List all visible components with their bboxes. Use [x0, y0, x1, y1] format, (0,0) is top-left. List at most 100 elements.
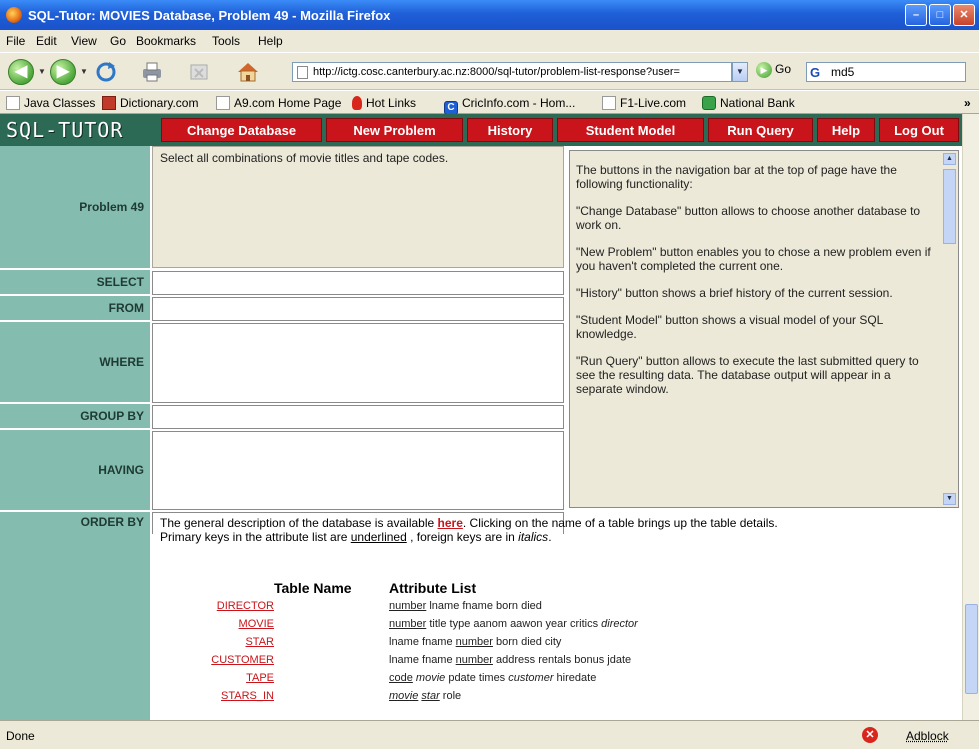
- attribute-text: pdate times: [445, 672, 509, 684]
- bookmark-cricinfo[interactable]: C CricInfo.com - Hom...: [444, 96, 575, 115]
- help-paragraph: "History" button shows a brief history o…: [576, 286, 893, 300]
- attribute-text: movie: [389, 690, 419, 702]
- menu-view[interactable]: View: [71, 34, 97, 48]
- run-query-button[interactable]: Run Query: [708, 118, 813, 142]
- bookmark-java-classes[interactable]: Java Classes: [6, 96, 95, 110]
- table-name-header: Table Name: [274, 580, 352, 596]
- attribute-list: movie star role: [389, 690, 461, 702]
- attribute-text: born died city: [492, 636, 562, 648]
- table-row: STARS_IN movie star role: [160, 690, 860, 706]
- url-dropdown-icon[interactable]: ▼: [732, 62, 748, 82]
- where-field[interactable]: [152, 323, 564, 403]
- desc-italics: italics: [518, 530, 549, 544]
- bookmark-dictionary[interactable]: Dictionary.com: [102, 96, 198, 110]
- url-field[interactable]: http://ictg.cosc.canterbury.ac.nz:8000/s…: [292, 62, 732, 82]
- reload-icon[interactable]: [94, 61, 118, 83]
- attribute-text: code: [389, 672, 413, 684]
- bookmark-national-bank[interactable]: National Bank: [702, 96, 795, 110]
- attribute-text: lname fname: [389, 654, 456, 666]
- maximize-button[interactable]: □: [929, 4, 951, 26]
- table-name-link[interactable]: MOVIE: [239, 618, 274, 630]
- menu-bookmarks[interactable]: Bookmarks: [136, 34, 196, 48]
- attribute-text: address rentals bonus jdate: [492, 654, 632, 666]
- go-label: Go: [775, 62, 792, 77]
- desc-text: Primary keys in the attribute list are: [160, 530, 351, 544]
- chevron-right-icon[interactable]: »: [964, 96, 971, 110]
- sql-tutor-logo: SQL-TUTOR: [6, 118, 124, 142]
- adblock-icon[interactable]: ✕: [862, 727, 878, 743]
- bookmark-label: A9.com Home Page: [234, 96, 342, 110]
- table-name-link[interactable]: STARS_IN: [221, 690, 274, 702]
- bookmark-f1live[interactable]: F1-Live.com: [602, 96, 686, 110]
- help-scrollbar[interactable]: ▲ ▼: [943, 153, 956, 505]
- page-icon: [297, 66, 308, 79]
- attribute-text: hiredate: [553, 672, 597, 684]
- back-icon[interactable]: ◀: [8, 59, 34, 85]
- back-dropdown-icon[interactable]: ▼: [38, 67, 46, 76]
- from-field[interactable]: [152, 297, 564, 321]
- bookmark-label: CricInfo.com - Hom...: [462, 96, 576, 110]
- minimize-button[interactable]: –: [905, 4, 927, 26]
- google-icon[interactable]: G: [810, 64, 820, 82]
- bookmark-a9[interactable]: A9.com Home Page: [216, 96, 341, 110]
- table-name-link[interactable]: TAPE: [246, 672, 274, 684]
- having-field[interactable]: [152, 431, 564, 510]
- menu-edit[interactable]: Edit: [36, 34, 57, 48]
- log-out-button[interactable]: Log Out: [879, 118, 959, 142]
- bookmark-label: Dictionary.com: [120, 96, 199, 110]
- help-paragraph: "New Problem" button enables you to chos…: [576, 245, 931, 273]
- page-icon: [6, 96, 20, 110]
- attribute-text: star: [421, 690, 440, 702]
- bookmark-hot-links[interactable]: Hot Links: [352, 96, 416, 110]
- problem-label: Problem 49: [0, 146, 150, 270]
- attribute-text: number: [389, 618, 427, 630]
- menu-help[interactable]: Help: [258, 34, 283, 48]
- group-by-label: GROUP BY: [0, 404, 150, 430]
- stop-icon[interactable]: [188, 61, 212, 83]
- table-name-link[interactable]: DIRECTOR: [217, 600, 274, 612]
- where-label: WHERE: [0, 322, 150, 404]
- menu-go[interactable]: Go: [110, 34, 126, 48]
- print-icon[interactable]: [140, 61, 164, 83]
- attribute-text: number: [389, 600, 427, 612]
- scroll-down-icon[interactable]: ▼: [943, 493, 956, 505]
- status-text: Done: [6, 729, 35, 743]
- database-description: The general description of the database …: [160, 516, 960, 544]
- bookmark-label: Hot Links: [366, 96, 417, 110]
- new-problem-button[interactable]: New Problem: [326, 118, 463, 142]
- table-name-link[interactable]: CUSTOMER: [211, 654, 274, 666]
- close-button[interactable]: ✕: [953, 4, 975, 26]
- window-title: SQL-Tutor: MOVIES Database, Problem 49 -…: [28, 8, 391, 23]
- attribute-list: lname fname number address rentals bonus…: [389, 654, 631, 666]
- scroll-thumb[interactable]: [943, 169, 956, 244]
- adblock-label[interactable]: Adblock: [906, 729, 949, 743]
- go-button[interactable]: ▶ Go: [756, 62, 791, 78]
- scroll-up-icon[interactable]: ▲: [943, 153, 956, 165]
- menu-file[interactable]: File: [6, 34, 25, 48]
- student-model-button[interactable]: Student Model: [557, 118, 704, 142]
- desc-text: The general description of the database …: [160, 516, 438, 530]
- home-icon[interactable]: [236, 61, 260, 83]
- help-paragraph: The buttons in the navigation bar at the…: [576, 163, 897, 191]
- page-scrollbar[interactable]: [962, 114, 979, 720]
- forward-icon[interactable]: ▶: [50, 59, 76, 85]
- cricinfo-icon: C: [444, 101, 458, 115]
- select-field[interactable]: [152, 271, 564, 295]
- menu-tools[interactable]: Tools: [212, 34, 240, 48]
- attribute-text: number: [455, 654, 493, 666]
- page-content: SQL-TUTOR Change Database New Problem Hi…: [0, 114, 962, 720]
- search-input[interactable]: G md5: [806, 62, 966, 82]
- bookmark-label: F1-Live.com: [620, 96, 687, 110]
- from-label: FROM: [0, 296, 150, 322]
- firefox-window: SQL-Tutor: MOVIES Database, Problem 49 -…: [0, 0, 979, 749]
- description-link[interactable]: here: [438, 516, 463, 530]
- forward-dropdown-icon[interactable]: ▼: [80, 67, 88, 76]
- table-name-link[interactable]: STAR: [245, 636, 274, 648]
- group-by-field[interactable]: [152, 405, 564, 429]
- help-button[interactable]: Help: [817, 118, 875, 142]
- page-scroll-thumb[interactable]: [965, 604, 978, 694]
- url-text: http://ictg.cosc.canterbury.ac.nz:8000/s…: [313, 66, 680, 78]
- history-button[interactable]: History: [467, 118, 553, 142]
- attribute-list: number title type aanom aawon year criti…: [389, 618, 638, 630]
- change-database-button[interactable]: Change Database: [161, 118, 322, 142]
